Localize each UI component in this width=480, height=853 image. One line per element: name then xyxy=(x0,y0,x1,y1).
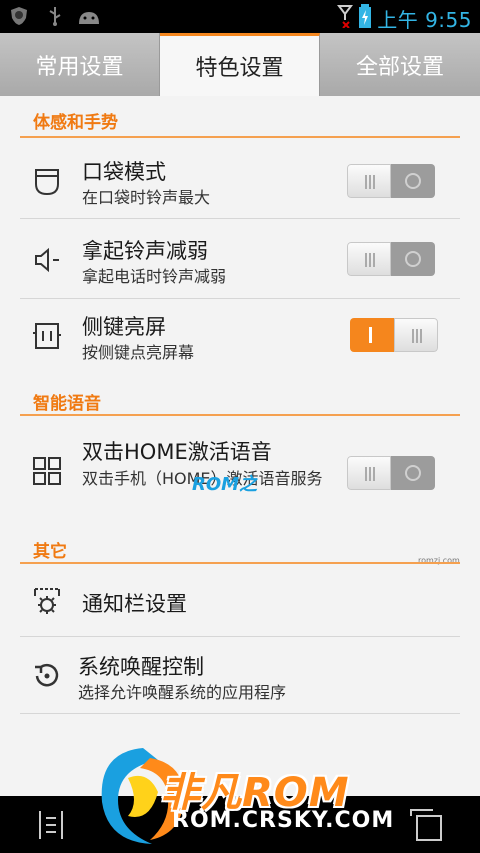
pocket-mode-toggle[interactable] xyxy=(347,164,435,198)
toggle-grip xyxy=(369,467,371,481)
toggle-grip xyxy=(369,175,371,189)
toggle-grip xyxy=(412,329,414,343)
setting-title: 拿起铃声减弱 xyxy=(82,239,208,263)
toggle-grip xyxy=(373,467,375,481)
watermark-url: ROM.CRSKY.COM xyxy=(172,808,395,833)
pocket-icon xyxy=(35,169,59,196)
toggle-grip xyxy=(373,253,375,267)
setting-row-pickup-quiet[interactable]: 拿起铃声减弱 拿起电话时铃声减弱 xyxy=(20,219,460,299)
side-key-icon xyxy=(33,323,61,349)
tab-bar: 常用设置 特色设置 全部设置 xyxy=(0,33,480,96)
toggle-grip xyxy=(365,175,367,189)
toggle-thumb xyxy=(347,456,391,490)
android-icon xyxy=(79,12,99,24)
tab-feature-settings[interactable]: 特色设置 xyxy=(160,33,320,96)
on-indicator xyxy=(369,327,372,343)
status-bar: 上午 9:55 xyxy=(0,0,480,33)
tab-label: 全部设置 xyxy=(355,54,444,80)
setting-row-notification-bar[interactable]: 通知栏设置 xyxy=(20,564,460,636)
toggle-track xyxy=(350,318,394,352)
section-header-other: 其它 xyxy=(33,542,67,562)
row-divider xyxy=(20,713,460,714)
watermark-rom-small: ROM之 xyxy=(192,474,258,495)
off-indicator xyxy=(405,465,421,481)
refresh-icon xyxy=(35,663,59,687)
section-header-gesture: 体感和手势 xyxy=(33,113,118,133)
setting-title: 双击HOME激活语音 xyxy=(82,440,272,464)
toggle-track xyxy=(391,456,435,490)
off-indicator xyxy=(405,251,421,267)
signal-icon xyxy=(337,5,353,28)
toggle-grip xyxy=(365,253,367,267)
toggle-thumb xyxy=(347,164,391,198)
setting-title: 侧键亮屏 xyxy=(82,315,166,339)
grid-icon xyxy=(33,457,61,485)
toggle-grip xyxy=(373,175,375,189)
tab-label: 特色设置 xyxy=(195,56,284,81)
speaker-low-icon xyxy=(35,247,59,273)
battery-icon xyxy=(359,4,371,28)
toggle-thumb xyxy=(394,318,438,352)
setting-row-home-voice[interactable]: 双击HOME激活语音 双击手机（HOME）激活语音服务 xyxy=(20,416,460,520)
notification-settings-icon xyxy=(34,588,60,614)
side-key-wake-toggle[interactable] xyxy=(350,318,438,352)
setting-title: 口袋模式 xyxy=(82,160,166,184)
usb-icon xyxy=(49,7,61,26)
toggle-grip xyxy=(416,329,418,343)
setting-subtitle: 拿起电话时铃声减弱 xyxy=(82,267,227,286)
recent-apps-icon[interactable] xyxy=(405,806,445,844)
toggle-grip xyxy=(369,253,371,267)
setting-row-pocket-mode[interactable]: 口袋模式 在口袋时铃声最大 xyxy=(20,138,460,218)
tab-common-settings[interactable]: 常用设置 xyxy=(0,33,160,96)
setting-subtitle: 按侧键点亮屏幕 xyxy=(82,343,195,362)
pickup-quiet-toggle[interactable] xyxy=(347,242,435,276)
toggle-track xyxy=(391,242,435,276)
toggle-thumb xyxy=(347,242,391,276)
tab-label: 常用设置 xyxy=(35,54,124,80)
toggle-track xyxy=(391,164,435,198)
setting-subtitle: 选择允许唤醒系统的应用程序 xyxy=(78,683,287,702)
tab-all-settings[interactable]: 全部设置 xyxy=(320,33,480,96)
setting-subtitle: 在口袋时铃声最大 xyxy=(82,188,211,207)
setting-row-side-key-wake[interactable]: 侧键亮屏 按侧键点亮屏幕 xyxy=(20,299,460,377)
toggle-grip xyxy=(420,329,422,343)
setting-row-wakeup-control[interactable]: 系统唤醒控制 选择允许唤醒系统的应用程序 xyxy=(20,637,460,713)
setting-title: 系统唤醒控制 xyxy=(78,655,204,679)
menu-icon[interactable] xyxy=(34,808,68,842)
shield-icon xyxy=(11,7,27,25)
home-voice-toggle[interactable] xyxy=(347,456,435,490)
status-time: 上午 9:55 xyxy=(377,8,472,32)
section-header-voice: 智能语音 xyxy=(33,394,101,414)
setting-title: 通知栏设置 xyxy=(82,592,187,616)
toggle-grip xyxy=(365,467,367,481)
off-indicator xyxy=(405,173,421,189)
